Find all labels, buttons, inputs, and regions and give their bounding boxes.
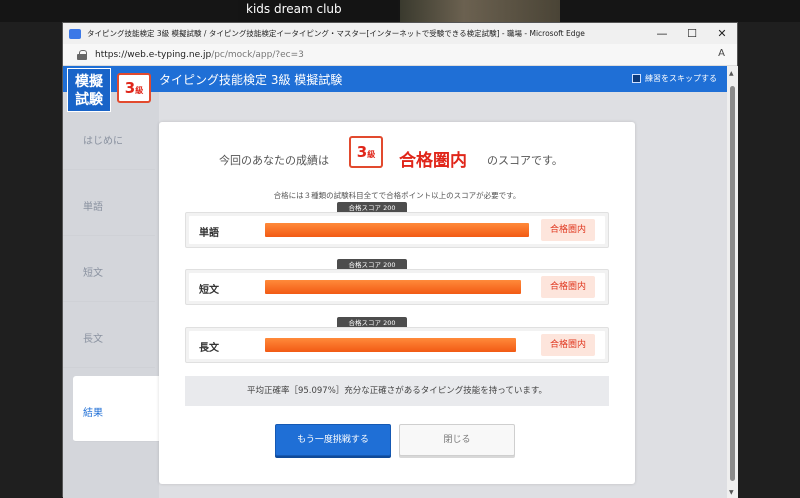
score-summary: 今回のあなたの成績は 3級 合格圏内 のスコアです。 [159,136,635,176]
skip-practice-toggle[interactable]: 練習をスキップする [632,73,717,84]
row-inner: 単語 合格圏内 [189,216,605,244]
tab-icon [69,28,81,39]
minimize-button[interactable]: — [647,23,677,44]
grade-suffix: 級 [135,86,144,95]
scroll-down-icon[interactable]: ▼ [729,489,734,496]
row-status: 合格圏内 [541,276,595,298]
logo-line2: 試験 [75,92,103,108]
result-status: 合格圏内 [399,151,467,171]
background-panel [738,22,800,497]
score-bar-fill [265,338,516,352]
logo-line1: 模擬 [75,74,103,90]
title-bar: タイピング技能検定 3級 模擬試験 / タイピング技能検定イータイピング・マスタ… [63,23,737,44]
row-inner: 短文 合格圏内 [189,273,605,301]
score-bar-track [265,280,529,294]
checkbox-icon[interactable] [632,74,641,83]
scrollbar[interactable]: ▲ ▼ [727,66,738,498]
row-label: 単語 [199,228,219,239]
read-aloud-icon[interactable]: A [718,48,725,59]
background-panel [0,22,62,497]
score-bar-fill [265,280,522,294]
participant-name: kids dream club [238,0,398,22]
result-grade-num: 3 [356,143,368,161]
lock-icon [77,49,87,60]
grade-badge: 3級 [117,73,151,103]
result-card: 今回のあなたの成績は 3級 合格圏内 のスコアです。 合格には３種類の試験科目全… [159,122,635,484]
row-label: 長文 [199,343,219,354]
row-inner: 長文 合格圏内 [189,331,605,359]
sidebar-item-intro[interactable]: はじめに [63,104,155,170]
window-title: タイピング技能検定 3級 模擬試験 / タイピング技能検定イータイピング・マスタ… [87,29,585,38]
sidebar-item-short[interactable]: 短文 [63,236,155,302]
score-suffix: のスコアです。 [487,154,563,167]
accuracy-summary: 平均正確率［95.097%］充分な正確さがあるタイピング技能を持っています。 [185,376,609,406]
sidebar-item-words[interactable]: 単語 [63,170,155,236]
grade-num: 3 [124,79,136,97]
skip-label: 練習をスキップする [645,74,717,83]
page-content: タイピング技能検定 3級 模擬試験 練習をスキップする 模擬 試験 3級 はじめ… [63,66,727,498]
sidebar: はじめに 単語 短文 長文 結果 [63,92,161,498]
result-grade-badge: 3級 [349,136,383,168]
page-title: タイピング技能検定 3級 模擬試験 [159,73,343,87]
sidebar-item-long[interactable]: 長文 [63,302,155,368]
sidebar-item-result[interactable]: 結果 [73,376,161,442]
retry-button[interactable]: もう一度挑戦する [275,424,391,456]
scrollbar-thumb[interactable] [730,86,735,481]
participant-video [400,0,560,22]
result-grade-suffix: 級 [367,150,376,159]
row-status: 合格圏内 [541,219,595,241]
url-host: https://web.e-typing.ne.jp [95,49,212,60]
address-bar[interactable]: https://web.e-typing.ne.jp/pc/mock/app/?… [63,44,737,66]
page-header: タイピング技能検定 3級 模擬試験 練習をスキップする [63,66,727,92]
score-row-long: 長文 合格圏内 [185,327,609,363]
scroll-up-icon[interactable]: ▲ [729,70,734,77]
row-status: 合格圏内 [541,334,595,356]
score-bar-fill [265,223,529,237]
score-row-words: 単語 合格圏内 [185,212,609,248]
score-bar-track [265,338,529,352]
mock-exam-logo: 模擬 試験 [67,68,111,112]
score-prefix: 今回のあなたの成績は [219,154,329,167]
close-window-button[interactable]: ✕ [707,23,737,44]
close-button[interactable]: 閉じる [399,424,515,456]
pass-requirement-note: 合格には３種類の試験科目全てで合格ポイント以上のスコアが必要です。 [273,191,521,200]
browser-window: タイピング技能検定 3級 模擬試験 / タイピング技能検定イータイピング・マスタ… [62,22,738,498]
score-bar-track [265,223,529,237]
score-row-short: 短文 合格圏内 [185,269,609,305]
maximize-button[interactable]: ☐ [677,23,707,44]
row-label: 短文 [199,285,219,296]
url-path: /pc/mock/app/?ec=3 [211,49,304,60]
